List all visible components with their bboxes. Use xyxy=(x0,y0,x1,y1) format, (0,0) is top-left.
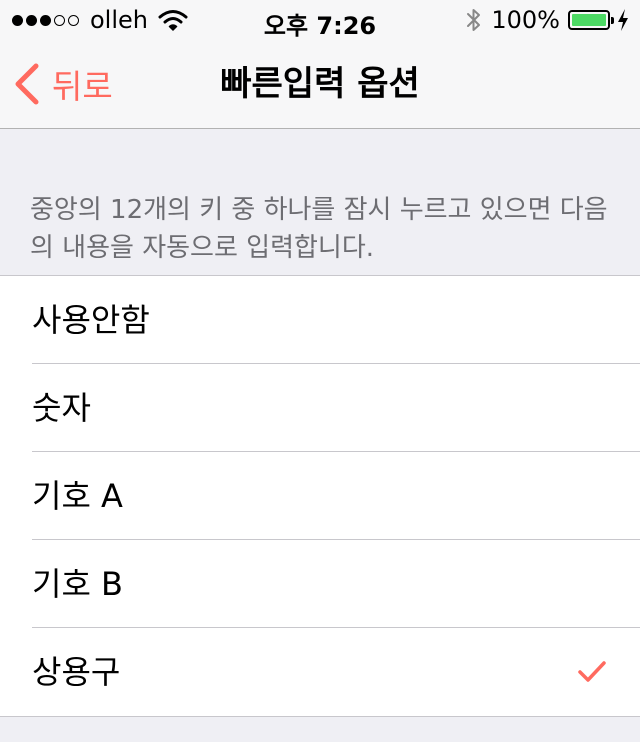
option-label: 사용안함 xyxy=(32,301,150,339)
status-bar: olleh 오후 7:26 100% xyxy=(0,0,640,40)
battery-level xyxy=(572,14,606,26)
charging-bolt-icon xyxy=(618,9,628,31)
navigation-bar: 뒤로 빠른입력 옵션 xyxy=(0,40,640,129)
battery-nub xyxy=(611,17,614,24)
option-row-numbers[interactable]: 숫자 xyxy=(0,364,640,452)
option-row-none[interactable]: 사용안함 xyxy=(0,276,640,364)
option-label: 기호 B xyxy=(32,565,124,603)
option-label: 기호 A xyxy=(32,477,123,515)
battery-percent: 100% xyxy=(491,6,560,34)
option-label: 상용구 xyxy=(32,653,121,691)
options-list: 사용안함 숫자 기호 A 기호 B 상용구 xyxy=(0,275,640,717)
section-description: 중앙의 12개의 키 중 하나를 잠시 누르고 있으면 다음의 내용을 자동으로… xyxy=(30,195,608,263)
option-row-phrases[interactable]: 상용구 xyxy=(0,628,640,716)
battery-icon xyxy=(568,10,614,30)
checkmark-icon xyxy=(578,661,606,682)
status-right: 100% xyxy=(465,6,630,34)
option-label: 숫자 xyxy=(32,389,91,427)
option-row-symbols-a[interactable]: 기호 A xyxy=(0,452,640,540)
bluetooth-icon xyxy=(467,9,481,31)
option-row-symbols-b[interactable]: 기호 B xyxy=(0,540,640,628)
page-title: 빠른입력 옵션 xyxy=(220,64,420,104)
